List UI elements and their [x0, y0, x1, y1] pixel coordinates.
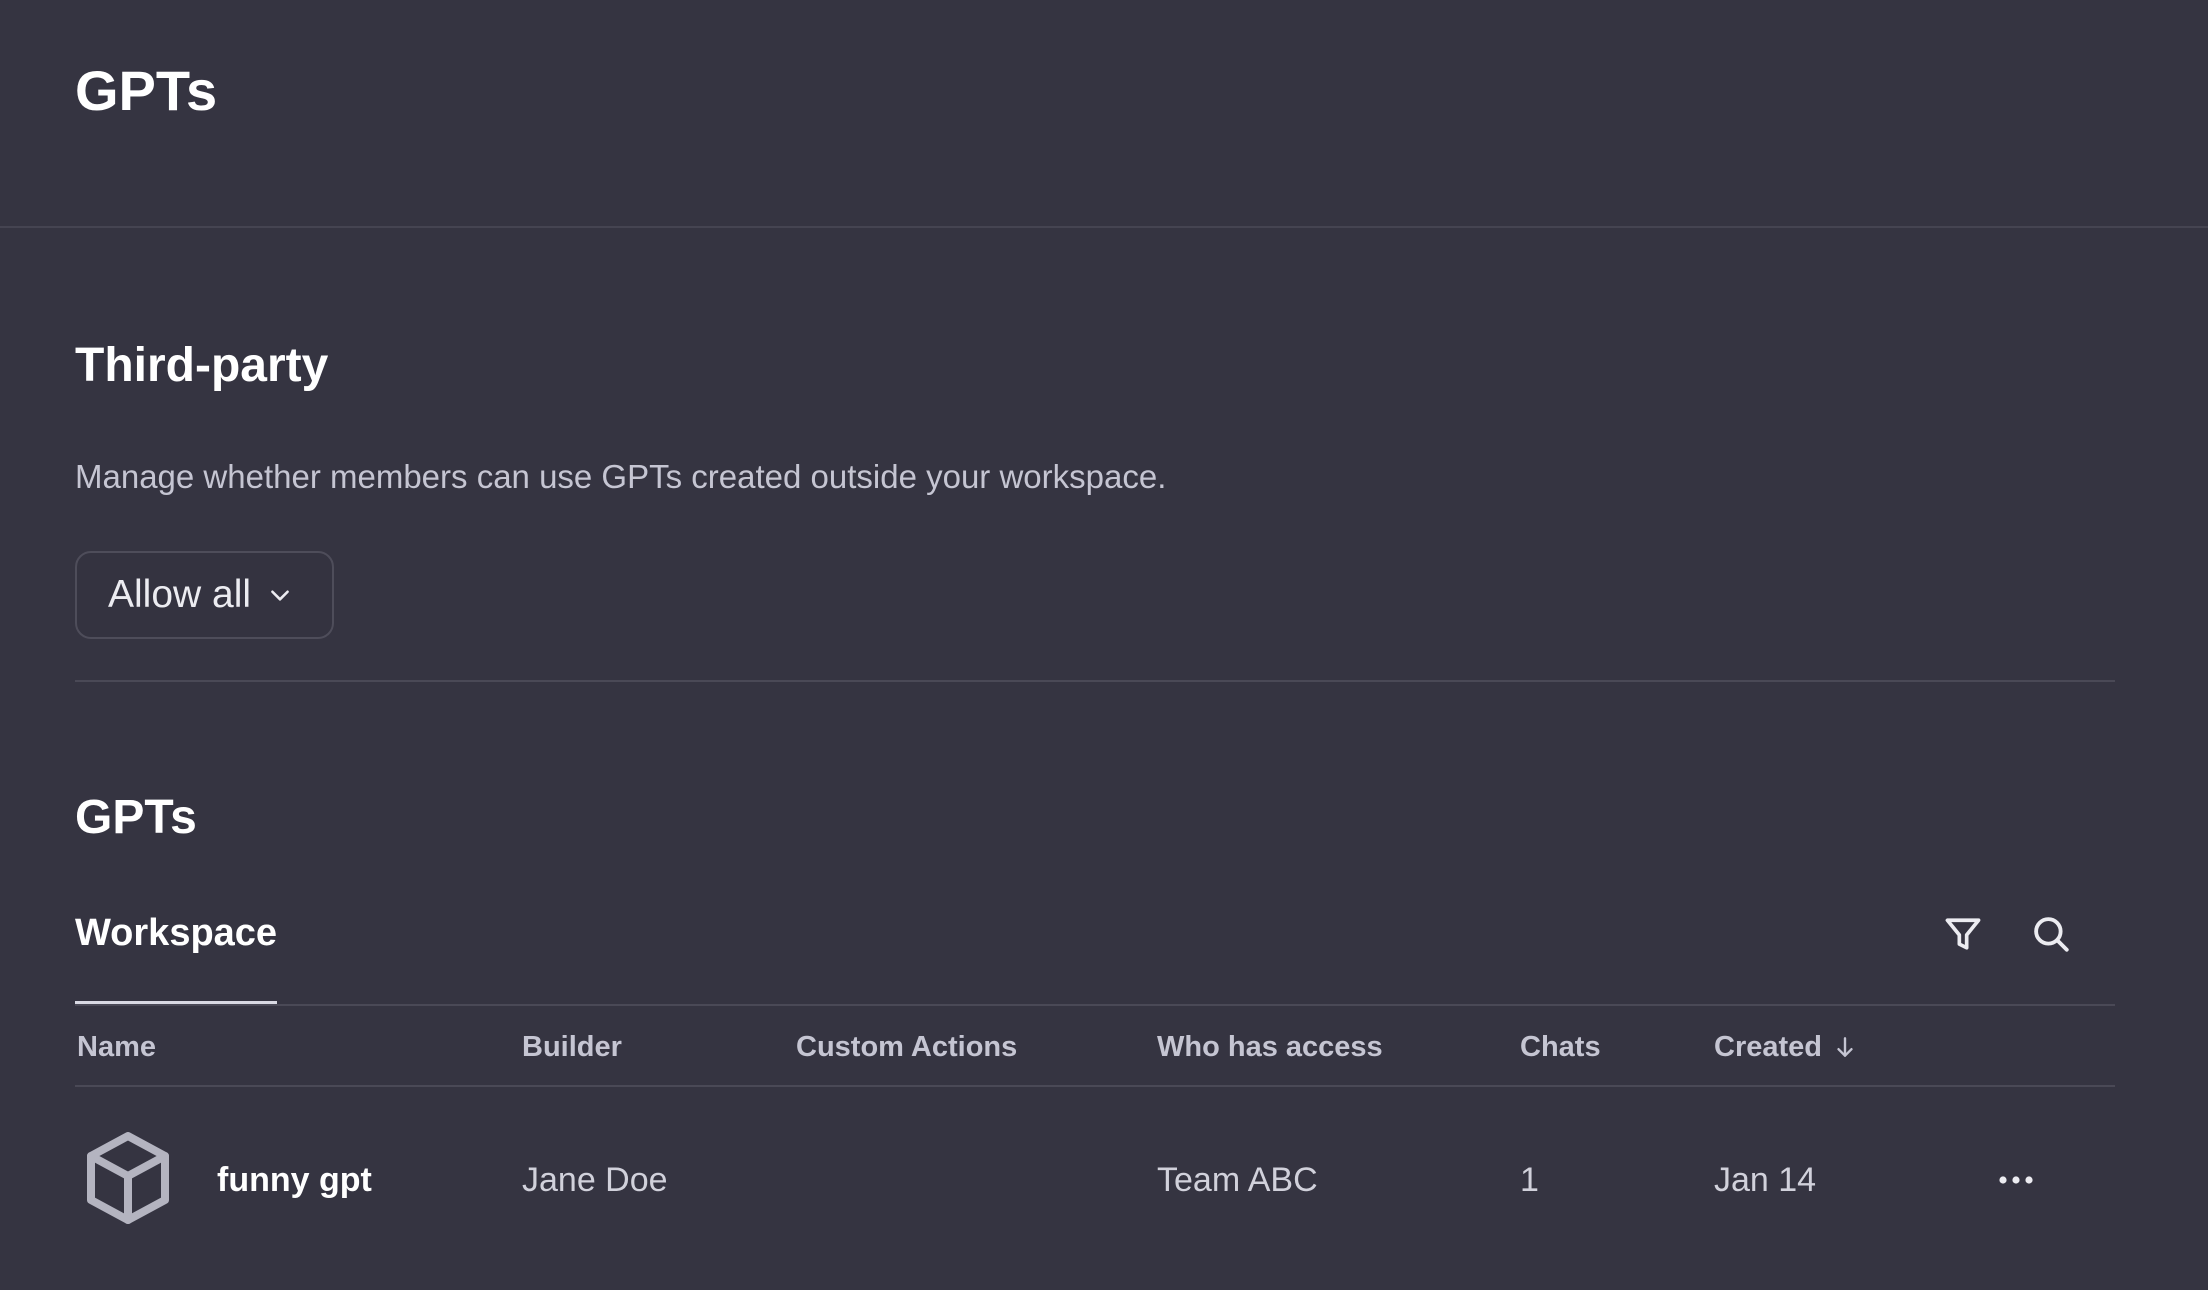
tabs-divider	[75, 1004, 2115, 1006]
cube-icon	[83, 1130, 173, 1226]
more-horizontal-icon	[1998, 1174, 2034, 1186]
search-icon	[2030, 913, 2072, 955]
column-header-who-has-access[interactable]: Who has access	[1157, 1026, 1383, 1068]
column-header-created-label: Created	[1714, 1031, 1822, 1063]
filter-icon	[1941, 912, 1985, 956]
gpt-created: Jan 14	[1714, 1161, 1817, 1199]
third-party-description: Manage whether members can use GPTs crea…	[75, 458, 1167, 495]
gpt-name-link[interactable]: funny gpt	[217, 1156, 372, 1204]
gpt-builder: Jane Doe	[522, 1161, 668, 1199]
search-button[interactable]	[2027, 910, 2075, 958]
column-header-chats[interactable]: Chats	[1520, 1026, 1601, 1068]
page-title: GPTs	[75, 59, 218, 122]
third-party-access-dropdown[interactable]: Allow all	[75, 551, 334, 639]
chevron-down-icon	[267, 582, 293, 608]
more-options-button[interactable]	[1990, 1156, 2042, 1204]
sort-arrow-down-icon	[1832, 1034, 1858, 1060]
gpts-section-title: GPTs	[75, 791, 197, 844]
gpt-chats: 1	[1520, 1161, 1539, 1199]
column-header-builder[interactable]: Builder	[522, 1026, 622, 1068]
page-header: GPTs	[0, 0, 2208, 228]
tab-workspace[interactable]: Workspace	[75, 906, 278, 1004]
dropdown-value: Allow all	[108, 573, 252, 616]
filter-button[interactable]	[1939, 910, 1987, 958]
third-party-section-title: Third-party	[75, 339, 329, 392]
gpt-access: Team ABC	[1157, 1161, 1318, 1199]
column-header-name[interactable]: Name	[77, 1026, 156, 1068]
column-header-custom-actions[interactable]: Custom Actions	[796, 1026, 1017, 1068]
table-header-divider	[75, 1085, 2115, 1087]
section-divider	[75, 680, 2115, 682]
table-row[interactable]: funny gpt Jane Doe Team ABC 1 Jan 14	[75, 1120, 2115, 1240]
column-header-created[interactable]: Created	[1714, 1026, 1858, 1068]
